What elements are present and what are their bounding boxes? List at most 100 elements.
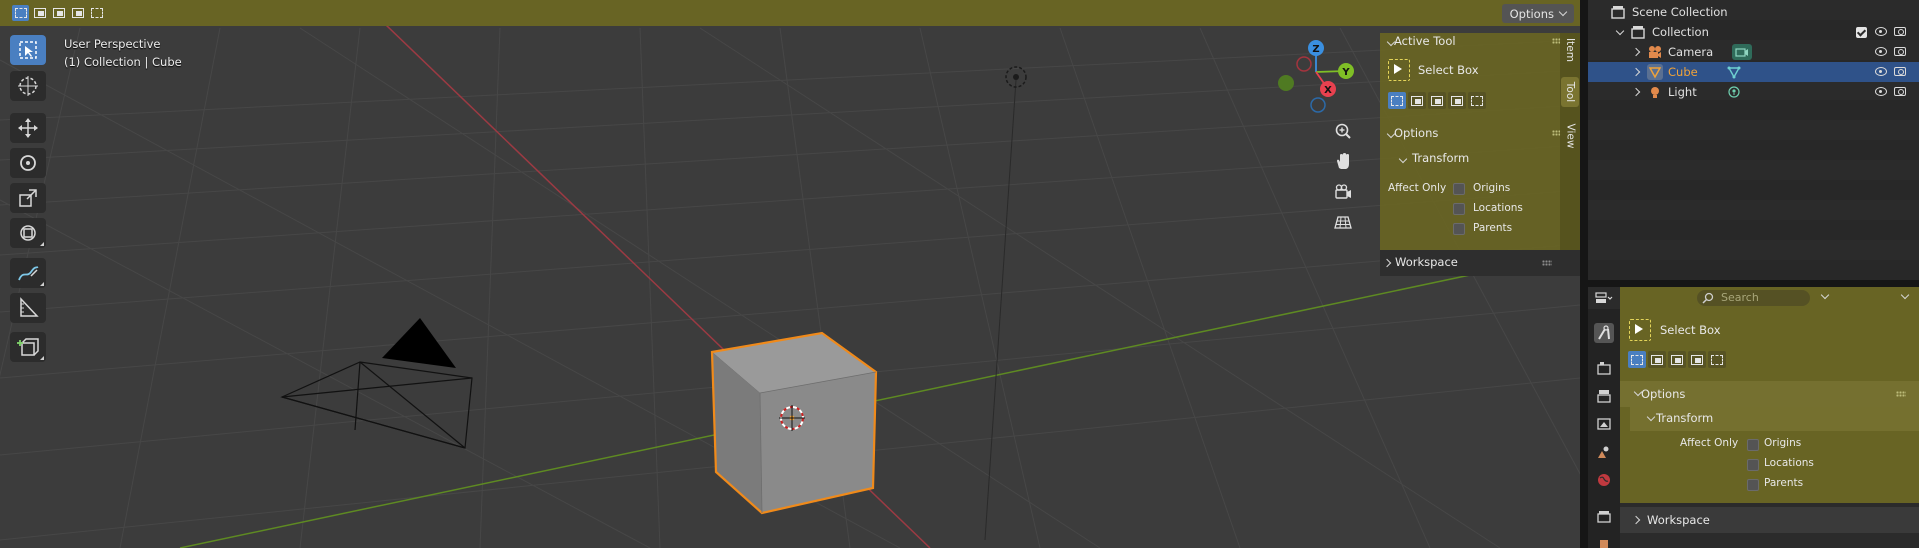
select-extend-button[interactable] — [31, 5, 48, 21]
light-object-icon — [1651, 87, 1659, 98]
measure-tool[interactable] — [10, 293, 46, 323]
chevron-right-icon[interactable] — [1631, 67, 1641, 77]
navigation-gizmo[interactable]: Z Y X — [1276, 36, 1356, 116]
tab-render[interactable] — [1594, 358, 1614, 378]
chevron-down-icon — [1646, 412, 1656, 422]
properties-search-input[interactable]: Search — [1697, 290, 1810, 306]
tab-collection[interactable] — [1594, 506, 1614, 526]
npanel-mode-subtract[interactable] — [1428, 92, 1446, 109]
drag-handle-icon[interactable] — [1542, 260, 1552, 266]
gizmo-y-label: Y — [1341, 67, 1350, 78]
workspace-panel[interactable]: Workspace — [1380, 250, 1580, 276]
move-tool[interactable] — [10, 113, 46, 143]
props-origins-label: Origins — [1764, 437, 1802, 449]
area-divider[interactable] — [1588, 280, 1919, 287]
scale-tool[interactable] — [10, 183, 46, 213]
chevron-down-icon[interactable] — [1900, 290, 1910, 300]
mesh-data-icon[interactable] — [1727, 65, 1741, 79]
render-camera-icon[interactable] — [1894, 27, 1906, 36]
camera-label: Camera — [1668, 45, 1714, 59]
zoom-button[interactable] — [1329, 117, 1357, 145]
chevron-down-icon[interactable] — [1820, 290, 1830, 300]
options-header[interactable]: Options — [1394, 126, 1438, 140]
npanel-selection-modes — [1388, 92, 1486, 109]
chevron-right-icon[interactable] — [1631, 87, 1641, 97]
tab-scene[interactable] — [1594, 442, 1614, 462]
parents-checkbox[interactable] — [1453, 223, 1465, 235]
area-divider[interactable] — [1580, 0, 1588, 548]
outliner-item-camera[interactable]: Camera — [1588, 42, 1919, 62]
cursor-tool[interactable] — [10, 71, 46, 101]
eye-icon[interactable] — [1875, 27, 1887, 36]
editor-type-menu[interactable] — [1588, 287, 1620, 309]
annotate-tool[interactable] — [10, 258, 46, 288]
tool-properties-panel: Select Box Options Transform Affect Only… — [1620, 309, 1919, 503]
props-transform-header-bar[interactable]: Transform — [1630, 407, 1919, 431]
npanel-mode-intersect[interactable] — [1468, 92, 1486, 109]
select-intersect-button[interactable] — [88, 5, 105, 21]
scene-collection-label: Scene Collection — [1632, 5, 1728, 19]
props-options-header-bar[interactable]: Options — [1620, 381, 1919, 407]
npanel-mode-invert[interactable] — [1448, 92, 1466, 109]
tab-world[interactable] — [1594, 470, 1614, 490]
active-object-label: (1) Collection | Cube — [64, 55, 182, 69]
exclude-checkbox[interactable] — [1856, 27, 1867, 38]
active-tool-header[interactable]: Active Tool — [1394, 34, 1456, 48]
npanel-mode-extend[interactable] — [1408, 92, 1426, 109]
origins-checkbox[interactable] — [1453, 183, 1465, 195]
pan-button[interactable] — [1329, 147, 1357, 175]
select-subtract-button[interactable] — [50, 5, 67, 21]
props-locations-checkbox[interactable] — [1747, 459, 1759, 471]
outliner-item-light[interactable]: Light — [1588, 82, 1919, 102]
search-icon — [1702, 292, 1714, 304]
camera-data-icon[interactable] — [1732, 44, 1752, 60]
tab-object[interactable] — [1594, 534, 1614, 548]
props-mode-intersect[interactable] — [1708, 351, 1726, 368]
ortho-toggle-button[interactable] — [1329, 208, 1357, 236]
scale-icon — [19, 189, 37, 207]
sidebar-panel: Active Tool Select Box Options Transform… — [1380, 33, 1580, 250]
tab-item[interactable]: Item — [1561, 35, 1579, 65]
options-dropdown[interactable]: Options — [1501, 4, 1574, 23]
outliner-collection-row[interactable]: Collection — [1588, 22, 1919, 42]
3d-viewport[interactable]: Options User Perspective (1) Collection … — [0, 0, 1580, 548]
locations-checkbox[interactable] — [1453, 203, 1465, 215]
props-tool-name: Select Box — [1660, 323, 1721, 337]
select-invert-button[interactable] — [69, 5, 86, 21]
rotate-icon — [20, 155, 36, 171]
tab-tool[interactable]: Tool — [1561, 77, 1579, 107]
props-locations-label: Locations — [1764, 457, 1814, 469]
props-parents-checkbox[interactable] — [1747, 479, 1759, 491]
render-camera-icon[interactable] — [1894, 67, 1906, 76]
props-origins-checkbox[interactable] — [1747, 439, 1759, 451]
props-workspace-panel[interactable]: Workspace — [1620, 507, 1919, 533]
props-mode-invert[interactable] — [1688, 351, 1706, 368]
eye-icon[interactable] — [1875, 47, 1887, 56]
camera-view-button[interactable] — [1329, 178, 1357, 206]
drag-handle-icon[interactable] — [1896, 391, 1906, 397]
tab-view-layer[interactable] — [1594, 414, 1614, 434]
outliner-item-cube[interactable]: Cube — [1588, 62, 1919, 82]
rotate-tool[interactable] — [10, 148, 46, 178]
tab-output[interactable] — [1594, 386, 1614, 406]
transform-header[interactable]: Transform — [1412, 151, 1469, 165]
outliner-scene-collection[interactable]: Scene Collection — [1588, 2, 1919, 22]
render-camera-icon[interactable] — [1894, 87, 1906, 96]
eye-icon[interactable] — [1875, 87, 1887, 96]
render-camera-icon[interactable] — [1894, 47, 1906, 56]
add-cube-tool[interactable] — [10, 332, 46, 362]
select-new-button[interactable] — [12, 5, 29, 21]
props-mode-new[interactable] — [1628, 351, 1646, 368]
chevron-down-icon[interactable] — [1615, 26, 1625, 36]
npanel-mode-new[interactable] — [1388, 92, 1406, 109]
transform-tool[interactable] — [10, 218, 46, 248]
light-data-icon[interactable] — [1727, 85, 1741, 99]
tab-view[interactable]: View — [1561, 121, 1579, 151]
select-box-tool[interactable] — [10, 35, 46, 65]
props-mode-subtract[interactable] — [1668, 351, 1686, 368]
chevron-right-icon[interactable] — [1631, 47, 1641, 57]
workspace-header[interactable]: Workspace — [1395, 255, 1458, 269]
eye-icon[interactable] — [1875, 67, 1887, 76]
props-mode-extend[interactable] — [1648, 351, 1666, 368]
tab-tool-settings[interactable] — [1594, 323, 1614, 343]
